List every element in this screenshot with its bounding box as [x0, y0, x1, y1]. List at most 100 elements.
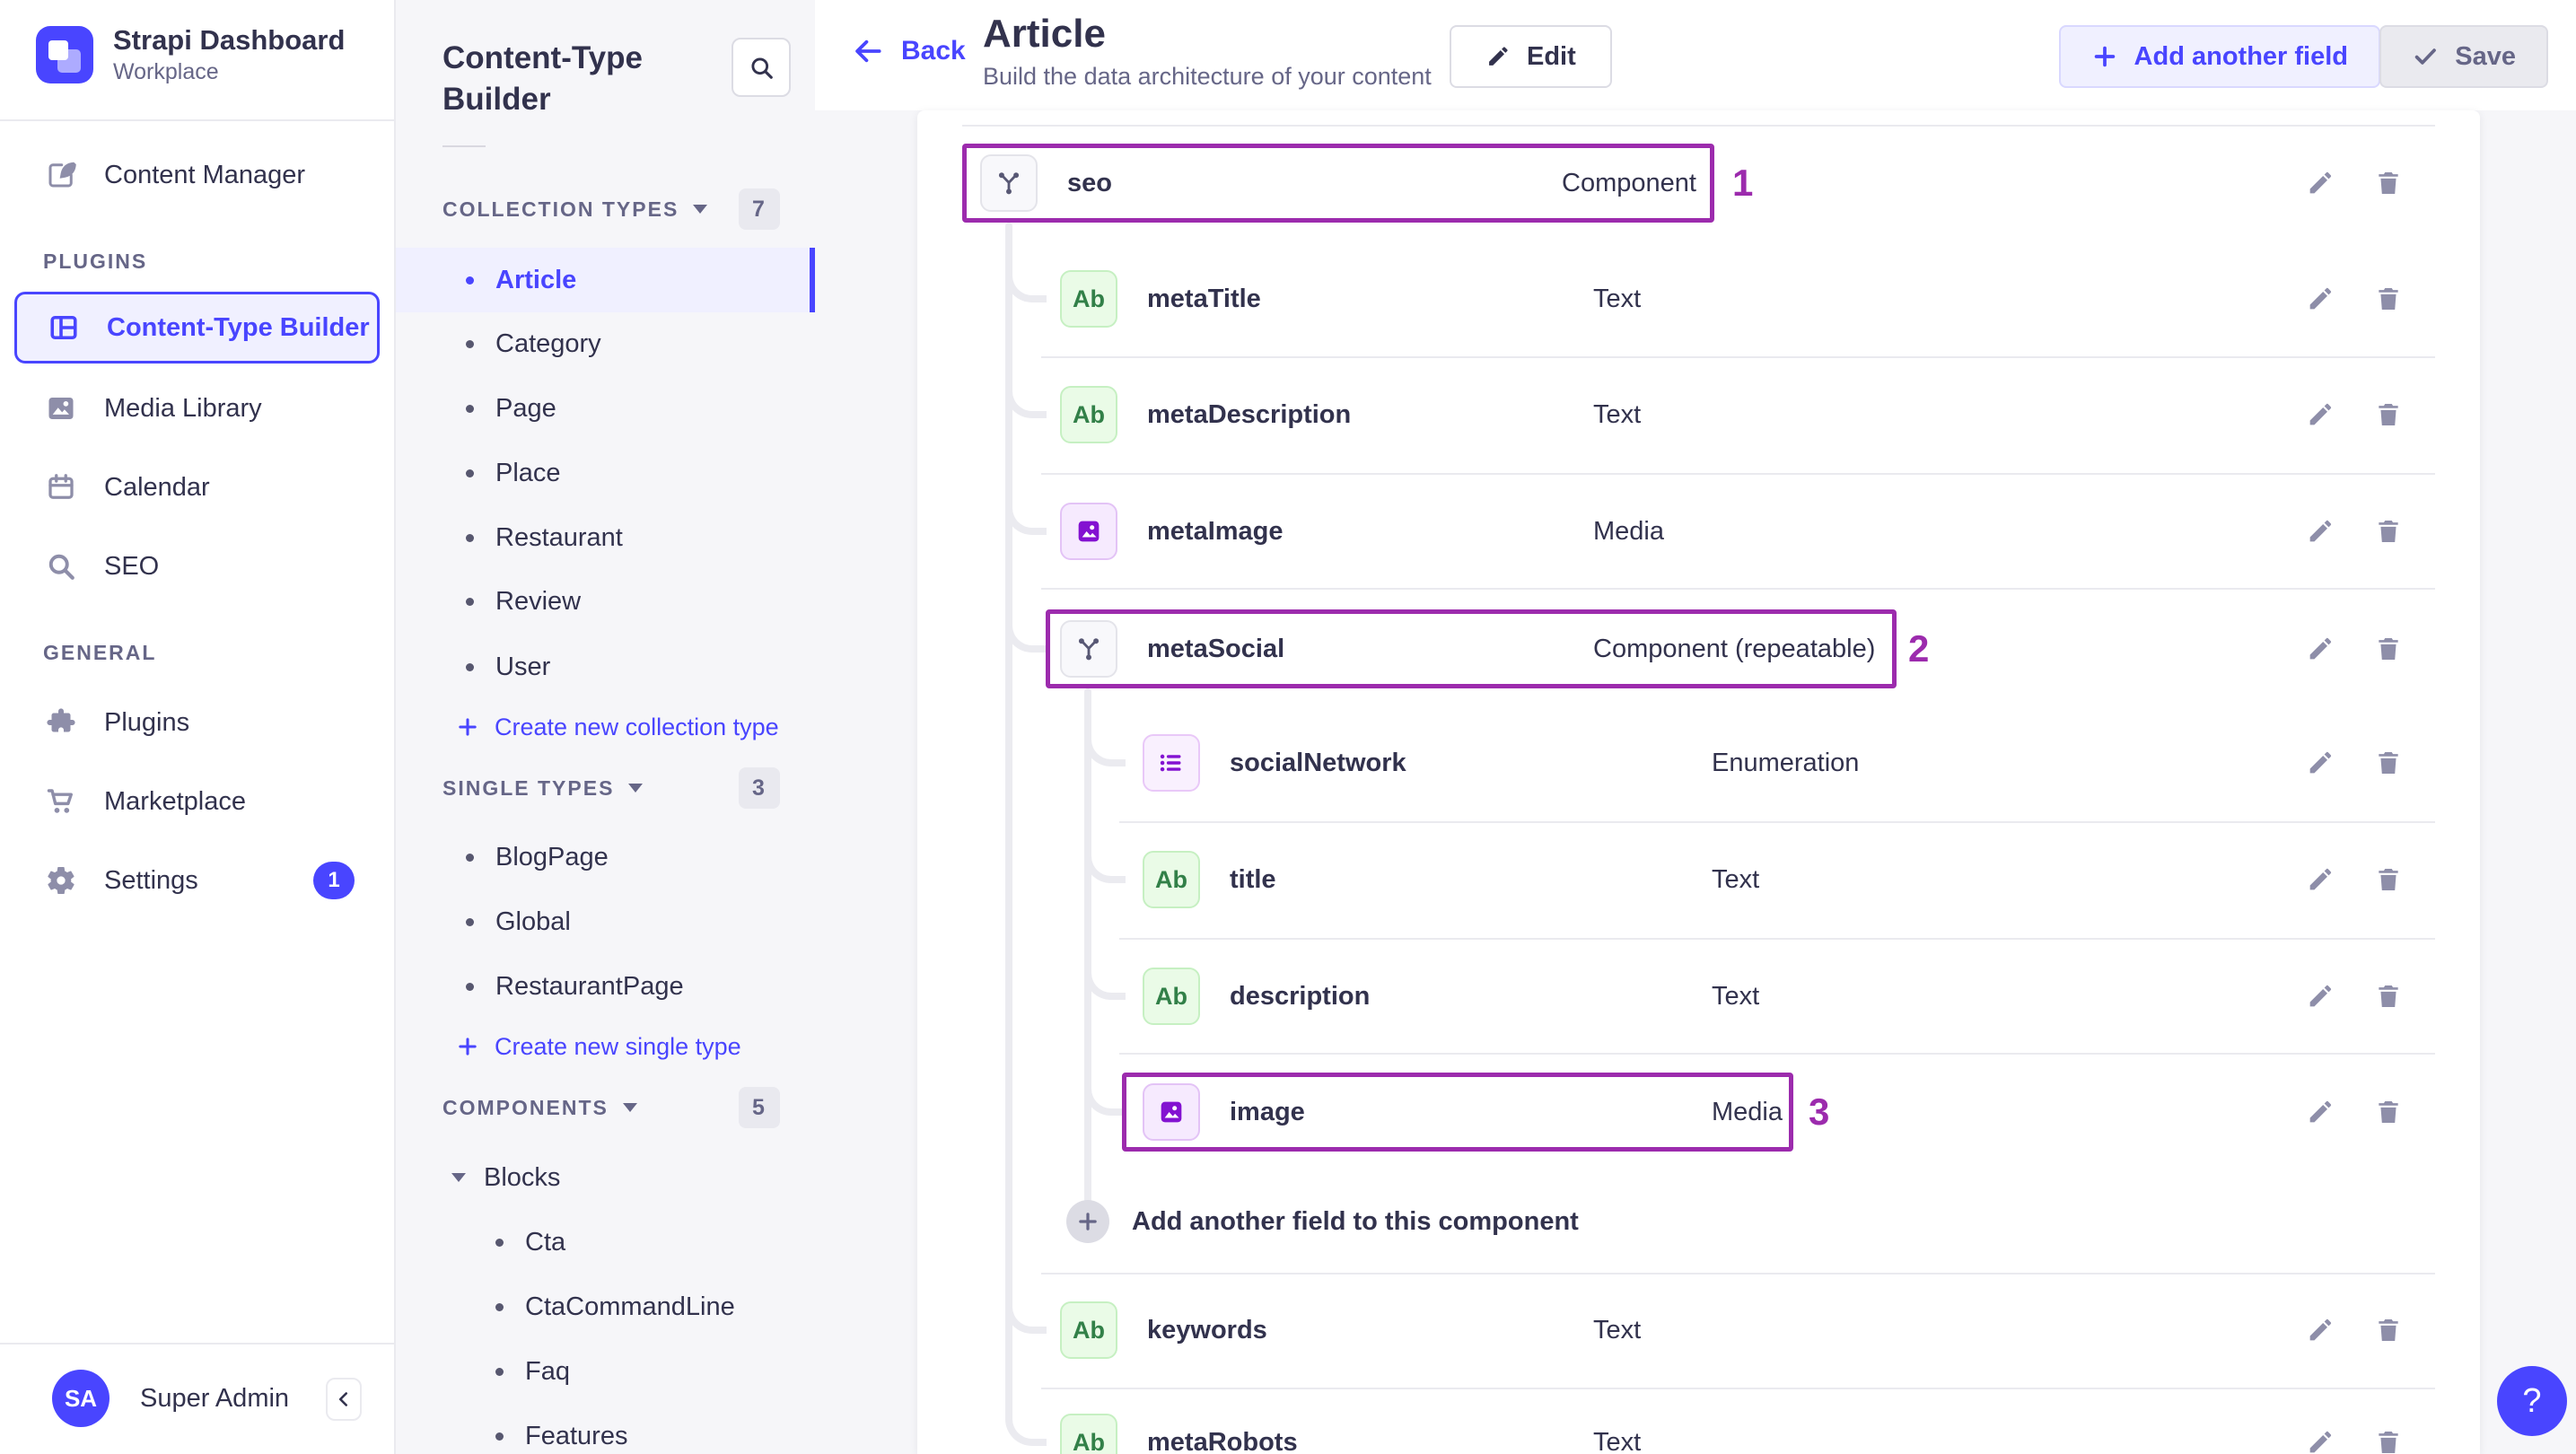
field-row-image[interactable]: image Media — [917, 1069, 2480, 1155]
sidebar-item-place[interactable]: Place — [396, 441, 815, 505]
field-name: title — [1230, 864, 1276, 894]
field-row-metarobots[interactable]: Ab metaRobots Text — [917, 1399, 2480, 1454]
add-field-to-component-button[interactable]: Add another field to this component — [917, 1178, 2480, 1265]
edit-field-button[interactable] — [2300, 163, 2340, 203]
sidebar-item-page[interactable]: Page — [396, 376, 815, 441]
delete-field-button[interactable] — [2369, 1310, 2408, 1350]
sidebar-item-faq[interactable]: Faq — [396, 1339, 815, 1404]
sidebar-item-media-library[interactable]: Media Library — [0, 376, 394, 441]
field-type: Component (repeatable) — [1593, 634, 1876, 663]
delete-field-button[interactable] — [2369, 1092, 2408, 1132]
trash-icon — [2379, 638, 2398, 660]
sidebar-item-category[interactable]: Category — [396, 311, 815, 376]
sidebar-item-seo[interactable]: SEO — [0, 534, 394, 599]
back-link[interactable]: Back — [851, 34, 966, 68]
sidebar-section-general: GENERAL — [43, 640, 157, 664]
field-type: Media — [1712, 1097, 1783, 1126]
section-single-types[interactable]: SINGLE TYPES 3 — [396, 756, 815, 820]
field-row-description[interactable]: Ab description Text — [917, 953, 2480, 1039]
search-icon — [751, 57, 773, 79]
edit-field-button[interactable] — [2300, 279, 2340, 319]
field-name: seo — [1067, 168, 1112, 197]
edit-field-button[interactable] — [2300, 629, 2340, 669]
components-count: 5 — [739, 1087, 780, 1128]
sidebar-item-restaurant[interactable]: Restaurant — [396, 505, 815, 570]
sidebar-item-global[interactable]: Global — [396, 889, 815, 954]
sidebar-item-content-type-builder[interactable]: Content-Type Builder — [14, 292, 380, 364]
edit-label: Edit — [1527, 41, 1576, 71]
component-group-blocks[interactable]: Blocks — [396, 1145, 815, 1210]
sidebar-item-review[interactable]: Review — [396, 569, 815, 634]
sidebar-item-label: Settings — [104, 865, 198, 895]
help-button[interactable]: ? — [2497, 1366, 2567, 1436]
delete-field-button[interactable] — [2369, 629, 2408, 669]
field-row-keywords[interactable]: Ab keywords Text — [917, 1287, 2480, 1373]
collection-types-count: 7 — [739, 188, 780, 230]
trash-icon — [2379, 1432, 2398, 1453]
sidebar-item-restaurantpage[interactable]: RestaurantPage — [396, 954, 815, 1019]
sidebar-item-plugins[interactable]: Plugins — [0, 690, 394, 755]
field-row-title[interactable]: Ab title Text — [917, 836, 2480, 923]
edit-field-button[interactable] — [2300, 395, 2340, 434]
field-row-socialnetwork[interactable]: socialNetwork Enumeration — [917, 720, 2480, 806]
edit-field-button[interactable] — [2300, 1092, 2340, 1132]
edit-field-button[interactable] — [2300, 1423, 2340, 1454]
edit-button[interactable]: Edit — [1450, 25, 1612, 88]
row-divider — [1041, 588, 2435, 590]
sidebar-item-content-manager[interactable]: Content Manager — [0, 143, 394, 207]
delete-field-button[interactable] — [2369, 163, 2408, 203]
pencil-icon — [2309, 171, 2332, 194]
collapse-sidebar-button[interactable] — [326, 1378, 362, 1421]
sidebar-item-cta[interactable]: Cta — [396, 1210, 815, 1274]
sidebar-item-marketplace[interactable]: Marketplace — [0, 769, 394, 834]
edit-field-button[interactable] — [2300, 512, 2340, 551]
bullet-icon — [466, 404, 474, 413]
fields-table-card: 1 2 3 seo Component Ab metaTitle Text Ab — [917, 110, 2480, 1454]
delete-field-button[interactable] — [2369, 743, 2408, 783]
row-divider — [1041, 473, 2435, 475]
add-another-field-button[interactable]: Add another field — [2058, 25, 2380, 88]
create-single-type-link[interactable]: Create new single type — [396, 1014, 815, 1079]
sidebar-item-label: Content Manager — [104, 160, 306, 189]
bullet-icon — [466, 339, 474, 348]
field-row-metasocial[interactable]: metaSocial Component (repeatable) — [917, 606, 2480, 692]
edit-field-button[interactable] — [2300, 743, 2340, 783]
field-name: image — [1230, 1097, 1305, 1126]
field-row-metaimage[interactable]: metaImage Media — [917, 488, 2480, 574]
delete-field-button[interactable] — [2369, 279, 2408, 319]
row-actions — [2300, 279, 2408, 319]
field-name: metaTitle — [1147, 284, 1261, 313]
delete-field-button[interactable] — [2369, 395, 2408, 434]
section-collection-types[interactable]: COLLECTION TYPES 7 — [396, 177, 815, 241]
edit-field-button[interactable] — [2300, 860, 2340, 899]
search-button[interactable] — [732, 38, 791, 97]
sidebar-item-article[interactable]: Article — [396, 248, 815, 312]
delete-field-button[interactable] — [2369, 860, 2408, 899]
check-icon — [2415, 48, 2437, 65]
edit-field-button[interactable] — [2300, 977, 2340, 1016]
delete-field-button[interactable] — [2369, 977, 2408, 1016]
workspace-brand[interactable]: Strapi Dashboard Workplace — [36, 23, 345, 86]
field-name: metaDescription — [1147, 399, 1352, 429]
delete-field-button[interactable] — [2369, 1423, 2408, 1454]
section-components[interactable]: COMPONENTS 5 — [396, 1075, 815, 1140]
sidebar-item-blogpage[interactable]: BlogPage — [396, 825, 815, 889]
sidebar-item-user[interactable]: User — [396, 635, 815, 699]
field-row-metatitle[interactable]: Ab metaTitle Text — [917, 256, 2480, 342]
sidebar-item-settings[interactable]: Settings 1 — [0, 848, 394, 913]
sidebar-item-calendar[interactable]: Calendar — [0, 455, 394, 520]
edit-field-button[interactable] — [2300, 1310, 2340, 1350]
user-name: Super Admin — [140, 1384, 290, 1413]
link-label: Create new single type — [495, 1032, 741, 1060]
user-avatar[interactable]: SA — [52, 1370, 110, 1427]
row-actions — [2300, 1310, 2408, 1350]
save-button[interactable]: Save — [2379, 25, 2548, 88]
create-collection-type-link[interactable]: Create new collection type — [396, 695, 815, 759]
field-row-seo[interactable]: seo Component — [917, 140, 2480, 226]
delete-field-button[interactable] — [2369, 512, 2408, 551]
sidebar-item-label: Marketplace — [104, 786, 246, 816]
field-row-metadescription[interactable]: Ab metaDescription Text — [917, 372, 2480, 458]
cart-icon — [45, 785, 77, 818]
sidebar-item-features[interactable]: Features — [396, 1404, 815, 1454]
sidebar-item-ctacommandline[interactable]: CtaCommandLine — [396, 1274, 815, 1339]
